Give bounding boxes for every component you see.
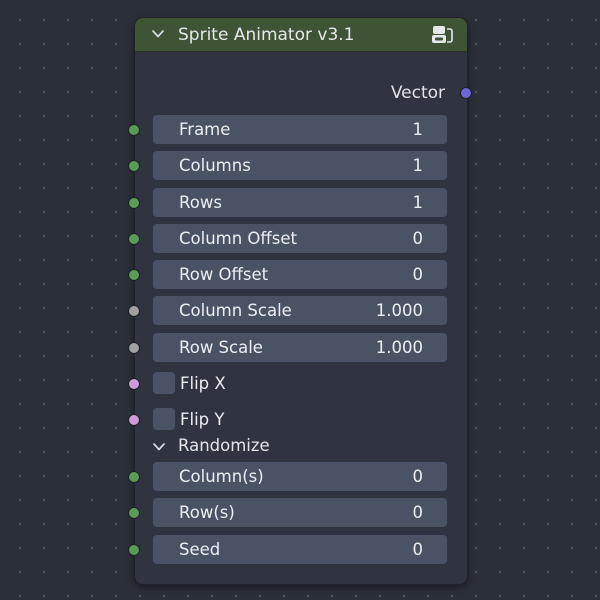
output-label: Vector bbox=[390, 83, 445, 103]
field-value: 1 bbox=[412, 120, 424, 139]
input-socket[interactable] bbox=[128, 544, 140, 556]
input-seed: Seed 0 bbox=[128, 535, 467, 565]
checkbox-label: Flip X bbox=[180, 374, 226, 393]
row-scale-field[interactable]: Row Scale 1.000 bbox=[153, 333, 447, 362]
checkbox-label: Flip Y bbox=[180, 410, 225, 429]
input-row-scale: Row Scale 1.000 bbox=[128, 333, 467, 363]
field-label: Frame bbox=[179, 120, 231, 139]
collapse-chevron-icon[interactable] bbox=[151, 27, 165, 41]
input-socket[interactable] bbox=[128, 471, 140, 483]
sprite-animator-node[interactable]: Sprite Animator v3.1 Vector Frame 1 Colu… bbox=[128, 18, 472, 584]
input-socket[interactable] bbox=[128, 414, 140, 426]
random-columns-field[interactable]: Column(s) 0 bbox=[153, 462, 447, 491]
input-socket[interactable] bbox=[128, 160, 140, 172]
input-frame: Frame 1 bbox=[128, 115, 467, 145]
field-value: 1.000 bbox=[375, 338, 423, 357]
input-socket[interactable] bbox=[128, 269, 140, 281]
column-offset-field[interactable]: Column Offset 0 bbox=[153, 224, 447, 253]
field-value: 0 bbox=[412, 467, 424, 486]
node-group-icon[interactable] bbox=[430, 24, 454, 46]
input-row-offset: Row Offset 0 bbox=[128, 260, 467, 290]
input-socket[interactable] bbox=[128, 124, 140, 136]
input-socket[interactable] bbox=[128, 197, 140, 209]
input-random-rows: Row(s) 0 bbox=[128, 498, 467, 528]
field-value: 0 bbox=[412, 540, 424, 559]
input-rows: Rows 1 bbox=[128, 188, 467, 218]
input-column-offset: Column Offset 0 bbox=[128, 224, 467, 254]
field-label: Row Offset bbox=[179, 265, 269, 284]
field-value: 1 bbox=[412, 156, 424, 175]
field-value: 1.000 bbox=[375, 301, 423, 320]
input-socket[interactable] bbox=[128, 342, 140, 354]
input-socket[interactable] bbox=[128, 507, 140, 519]
input-column-scale: Column Scale 1.000 bbox=[128, 296, 467, 326]
random-rows-field[interactable]: Row(s) 0 bbox=[153, 498, 447, 527]
node-header[interactable]: Sprite Animator v3.1 bbox=[135, 18, 467, 52]
row-offset-field[interactable]: Row Offset 0 bbox=[153, 260, 447, 289]
field-label: Rows bbox=[179, 193, 222, 212]
column-scale-field[interactable]: Column Scale 1.000 bbox=[153, 296, 447, 325]
input-socket[interactable] bbox=[128, 305, 140, 317]
field-label: Row Scale bbox=[179, 338, 263, 357]
input-socket[interactable] bbox=[128, 233, 140, 245]
node-title: Sprite Animator v3.1 bbox=[178, 25, 355, 45]
input-flip-x: Flip X bbox=[128, 369, 467, 399]
output-vector: Vector bbox=[135, 81, 472, 105]
input-random-columns: Column(s) 0 bbox=[128, 462, 467, 492]
field-label: Seed bbox=[179, 540, 221, 559]
input-socket[interactable] bbox=[128, 378, 140, 390]
seed-field[interactable]: Seed 0 bbox=[153, 535, 447, 564]
field-label: Column Scale bbox=[179, 301, 292, 320]
randomize-panel-header[interactable]: Randomize bbox=[135, 434, 467, 458]
columns-field[interactable]: Columns 1 bbox=[153, 151, 447, 180]
panel-label: Randomize bbox=[178, 436, 270, 455]
flip-x-checkbox[interactable] bbox=[153, 372, 175, 394]
field-value: 0 bbox=[412, 229, 424, 248]
field-value: 0 bbox=[412, 265, 424, 284]
field-value: 0 bbox=[412, 503, 424, 522]
frame-field[interactable]: Frame 1 bbox=[153, 115, 447, 144]
chevron-down-icon bbox=[153, 443, 165, 451]
field-value: 1 bbox=[412, 193, 424, 212]
field-label: Column(s) bbox=[179, 467, 264, 486]
flip-y-checkbox[interactable] bbox=[153, 408, 175, 430]
input-flip-y: Flip Y bbox=[128, 405, 467, 435]
field-label: Column Offset bbox=[179, 229, 298, 248]
rows-field[interactable]: Rows 1 bbox=[153, 188, 447, 217]
vector-output-socket[interactable] bbox=[460, 87, 472, 99]
input-columns: Columns 1 bbox=[128, 151, 467, 181]
field-label: Columns bbox=[179, 156, 251, 175]
field-label: Row(s) bbox=[179, 503, 235, 522]
